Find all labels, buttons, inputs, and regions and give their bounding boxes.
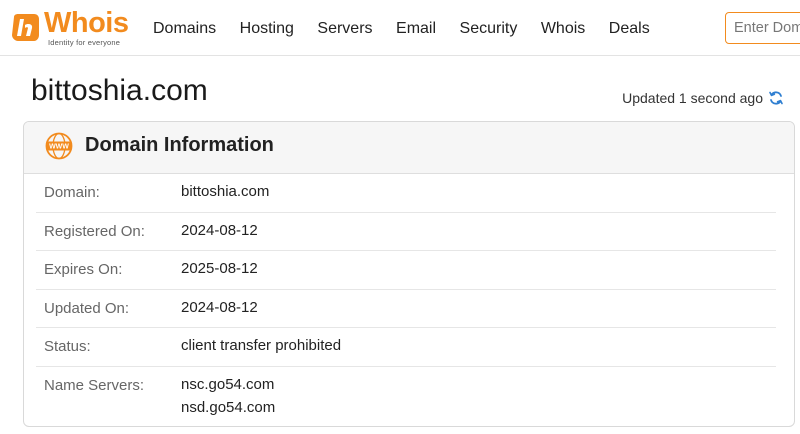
name-server: nsc.go54.com [181,375,275,393]
row-value: bittoshia.com [181,183,270,200]
whois-logo-icon [12,14,39,41]
row-label: Status: [44,338,91,356]
row-value: 2024-08-12 [181,221,258,239]
svg-text:WWW: WWW [49,144,69,151]
nav-domains[interactable]: Domains [153,18,216,40]
whois-logo[interactable]: Whois Identity for everyone [6,7,136,49]
row-value: client transfer prohibited [181,337,342,355]
site-header: Whois Identity for everyone Domains Host… [0,0,800,56]
row-label: Domain: [44,184,100,201]
row-value: 2024-08-12 [181,298,258,316]
nav-hosting[interactable]: Hosting [240,18,294,40]
refresh-icon[interactable] [768,90,784,106]
row-label: Updated On: [44,299,130,317]
info-row-name-servers: Name Servers: nsc.go54.com nsd.go54.com [36,367,776,426]
domain-information-card: WWW Domain Information Domain: bittoshia… [23,121,795,427]
main-nav: Domains Hosting Servers Email Security W… [153,18,673,40]
name-server: nsd.go54.com [181,398,276,416]
info-row-status: Status: client transfer prohibited [36,328,776,367]
info-row-registered-on: Registered On: 2024-08-12 [36,213,776,252]
row-value: 2025-08-12 [181,260,258,278]
card-header: WWW Domain Information [24,122,794,174]
info-row-updated-on: Updated On: 2024-08-12 [36,290,776,329]
nav-servers[interactable]: Servers [317,18,372,40]
card-title: Domain Information [85,134,274,156]
updated-status: Updated 1 second ago [622,90,784,106]
www-globe-icon: WWW [45,132,73,160]
domain-search-box [725,12,800,44]
row-label: Registered On: [44,222,145,240]
row-label: Name Servers: [44,376,145,394]
updated-text: Updated 1 second ago [622,90,763,106]
logo-wordmark: Whois [44,7,129,39]
row-label: Expires On: [44,261,123,279]
nav-security[interactable]: Security [460,18,518,40]
page-title: bittoshia.com [31,74,208,107]
info-row-domain: Domain: bittoshia.com [36,174,776,213]
logo-tagline: Identity for everyone [48,38,121,47]
nav-email[interactable]: Email [396,18,436,40]
domain-search-input[interactable] [726,13,800,42]
domain-info-table: Domain: bittoshia.com Registered On: 202… [24,174,794,426]
info-row-expires-on: Expires On: 2025-08-12 [36,251,776,290]
nav-whois[interactable]: Whois [541,18,585,40]
nav-deals[interactable]: Deals [609,18,650,40]
name-server-list: nsc.go54.com nsd.go54.com [181,373,275,419]
